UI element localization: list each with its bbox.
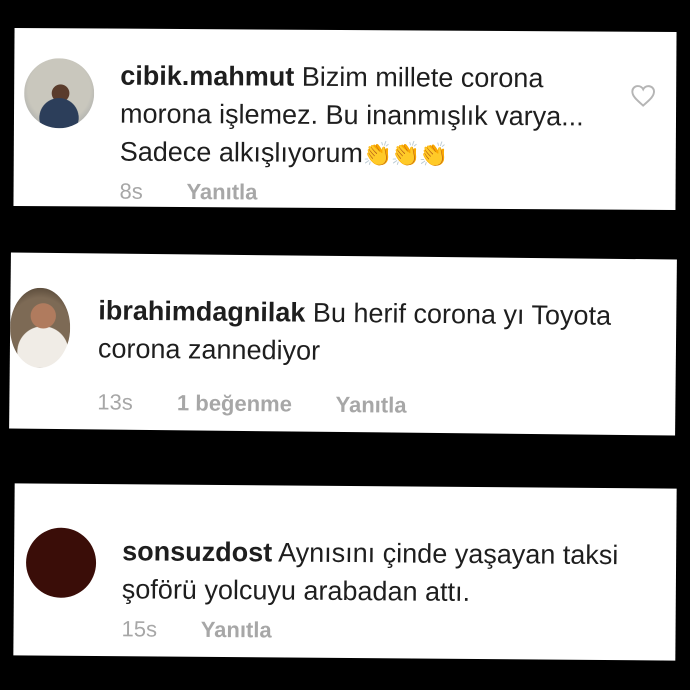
comment-time: 13s	[97, 389, 133, 415]
heart-icon[interactable]	[630, 84, 656, 108]
comment-username[interactable]: ibrahimdagnilak	[98, 295, 305, 327]
reply-button[interactable]: Yanıtla	[186, 179, 257, 204]
likes-count-button[interactable]: 1 beğenme	[177, 390, 292, 416]
comment-card: ibrahimdagnilak Bu herif corona yı Toyot…	[9, 252, 677, 436]
comment-body: cibik.mahmut Bizim millete corona morona…	[120, 57, 601, 176]
reply-button[interactable]: Yanıtla	[201, 617, 272, 643]
comment-username[interactable]: sonsuzdost	[122, 536, 272, 567]
avatar[interactable]	[9, 287, 71, 369]
avatar[interactable]	[23, 58, 95, 129]
avatar[interactable]	[25, 527, 97, 599]
comment-body: sonsuzdost Aynısını çinde yaşayan taksi …	[122, 532, 623, 612]
comment-card: sonsuzdost Aynısını çinde yaşayan taksi …	[13, 483, 677, 661]
comment-meta: 13s 1 beğenme Yanıtla	[97, 389, 444, 419]
comment-meta: 15s Yanıtla	[121, 616, 309, 643]
comment-time: 8s	[119, 178, 143, 204]
comment-body: ibrahimdagnilak Bu herif corona yı Toyot…	[98, 291, 629, 373]
comment-time: 15s	[121, 616, 158, 642]
clap-emoji-icon: 👏👏👏	[362, 141, 447, 169]
reply-button[interactable]: Yanıtla	[336, 392, 407, 418]
comment-card: cibik.mahmut Bizim millete corona morona…	[13, 27, 677, 211]
comment-meta: 8s Yanıtla	[119, 179, 295, 206]
comment-username[interactable]: cibik.mahmut	[120, 61, 294, 92]
